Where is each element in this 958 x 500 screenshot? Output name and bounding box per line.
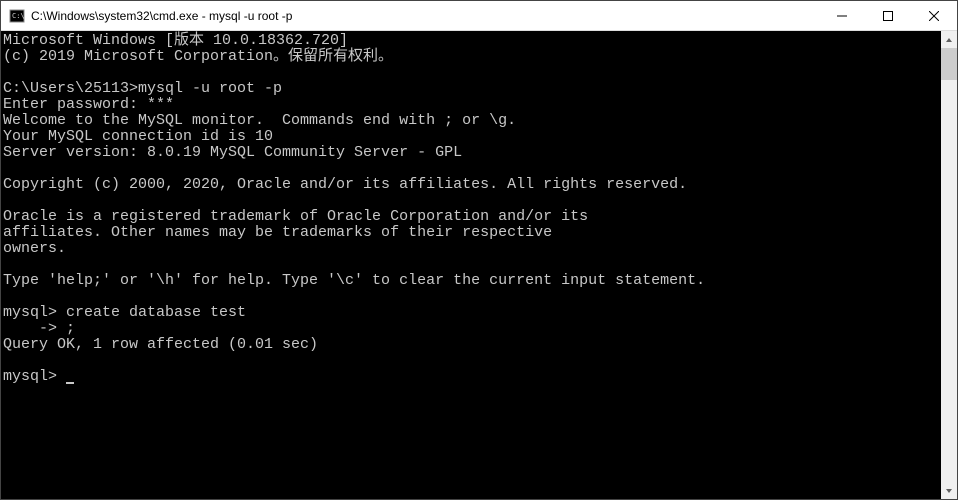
close-button[interactable] xyxy=(911,1,957,30)
maximize-button[interactable] xyxy=(865,1,911,30)
titlebar[interactable]: C:\ C:\Windows\system32\cmd.exe - mysql … xyxy=(1,1,957,31)
cmd-window: C:\ C:\Windows\system32\cmd.exe - mysql … xyxy=(0,0,958,500)
scroll-thumb[interactable] xyxy=(941,48,957,80)
window-title: C:\Windows\system32\cmd.exe - mysql -u r… xyxy=(31,9,819,23)
terminal-output[interactable]: Microsoft Windows [版本 10.0.18362.720] (c… xyxy=(1,31,941,499)
svg-text:C:\: C:\ xyxy=(12,12,25,20)
scroll-up-arrow[interactable] xyxy=(941,31,957,48)
minimize-button[interactable] xyxy=(819,1,865,30)
window-controls xyxy=(819,1,957,30)
cursor xyxy=(66,382,74,384)
scroll-down-arrow[interactable] xyxy=(941,482,957,499)
vertical-scrollbar[interactable] xyxy=(941,31,957,499)
scroll-track[interactable] xyxy=(941,48,957,482)
cmd-icon: C:\ xyxy=(9,8,25,24)
terminal-area: Microsoft Windows [版本 10.0.18362.720] (c… xyxy=(1,31,957,499)
